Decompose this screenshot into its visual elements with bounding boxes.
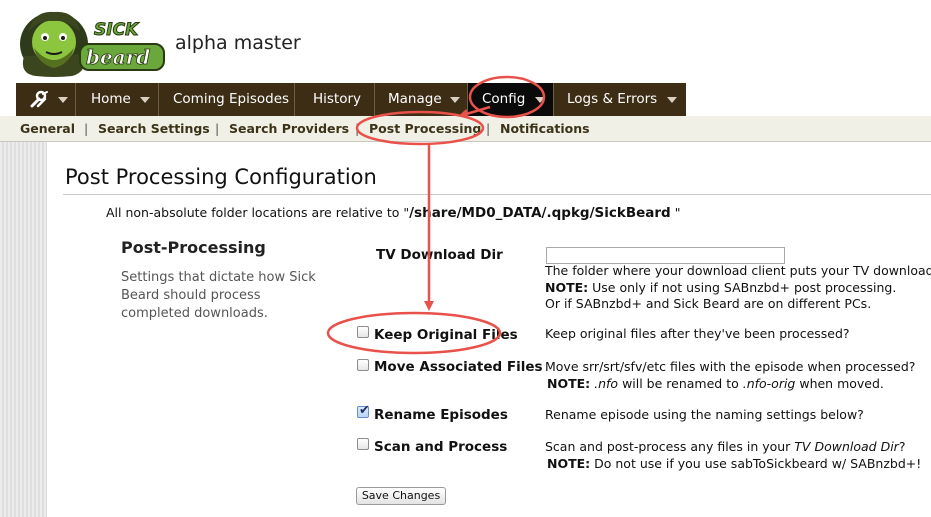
nav-history[interactable]: History	[295, 83, 374, 116]
move-associated-files-label[interactable]: Move Associated Files	[374, 359, 543, 375]
nfo-orig-extension: .nfo-orig	[742, 375, 796, 391]
path-note-suffix: "	[674, 205, 681, 220]
nav-manage[interactable]: Manage	[375, 83, 467, 116]
move-associated-files-description: Move srr/srt/sfv/etc files with the epis…	[545, 359, 915, 392]
rename-episodes-description: Rename episode using the naming settings…	[545, 407, 864, 422]
keep-original-files-label[interactable]: Keep Original Files	[374, 327, 518, 343]
tv-download-dir-ref: TV Download Dir	[794, 439, 899, 454]
scan-and-process-checkbox[interactable]	[357, 438, 369, 450]
logo-text-bottom: beard	[86, 45, 150, 69]
keep-original-files-checkbox[interactable]	[357, 326, 369, 338]
nav-logs-errors[interactable]: Logs & Errors	[554, 83, 686, 116]
note-label: NOTE:	[547, 455, 591, 471]
nav-manage-label: Manage	[388, 91, 442, 107]
chevron-down-icon	[535, 97, 545, 103]
subnav-separator: |	[355, 121, 360, 136]
path-note: All non-absolute folder locations are re…	[106, 205, 680, 221]
scan-and-process-desc-line2: NOTE: Do not use if you use sabToSickbea…	[545, 456, 921, 473]
left-stripe-decoration	[0, 142, 47, 517]
rename-episodes-label[interactable]: Rename Episodes	[374, 407, 508, 423]
page-title: Post Processing Configuration	[65, 165, 377, 189]
wrench-screwdriver-icon	[29, 90, 49, 110]
tv-download-dir-note-text: Use only if not using SABnzbd+ post proc…	[588, 279, 897, 295]
rename-episodes-checkbox[interactable]: ✔	[357, 403, 370, 418]
subnav-separator: |	[215, 121, 220, 136]
header: SICK beard alpha master	[0, 0, 931, 83]
path-note-path: /share/MD0_DATA/.qpkg/SickBeard	[409, 205, 671, 221]
nav-coming-episodes[interactable]: Coming Episodes	[159, 83, 294, 116]
tv-download-dir-desc-line2: NOTE: Use only if not using SABnzbd+ pos…	[545, 280, 931, 297]
nav-home-label: Home	[91, 91, 131, 107]
nfo-extension: .nfo	[594, 375, 619, 391]
nav-tools-menu[interactable]	[16, 83, 75, 116]
nav-config[interactable]: Config	[468, 83, 553, 116]
scan-and-process-desc-line1: Scan and post-process any files in your …	[545, 439, 921, 456]
tv-download-dir-description: The folder where your download client pu…	[545, 263, 931, 313]
chevron-down-icon	[667, 97, 677, 103]
section-heading: Post-Processing	[121, 238, 266, 257]
main-nav-strip: Home Coming Episodes History Manage Conf…	[16, 83, 686, 116]
subnav-general[interactable]: General	[20, 121, 75, 136]
subnav-notifications[interactable]: Notifications	[500, 121, 590, 136]
logo-text-top: SICK	[94, 20, 140, 40]
tv-download-dir-desc-line1: The folder where your download client pu…	[545, 263, 931, 278]
subnav-separator: |	[84, 121, 89, 136]
note-label: NOTE:	[547, 375, 591, 391]
path-note-prefix: All non-absolute folder locations are re…	[106, 205, 410, 220]
note-label: NOTE:	[545, 279, 589, 295]
desc-text-part: ?	[898, 439, 906, 454]
tv-download-dir-input[interactable]	[546, 247, 785, 264]
nav-home[interactable]: Home	[76, 83, 158, 116]
nav-config-label: Config	[482, 91, 526, 107]
save-changes-button[interactable]: Save Changes	[356, 487, 446, 505]
subnav-separator: |	[486, 121, 491, 136]
note-text-part: will be renamed to	[618, 375, 743, 391]
checkmark-icon: ✔	[359, 403, 370, 418]
chevron-down-icon	[58, 97, 68, 103]
note-text-part: when moved.	[795, 375, 884, 391]
nav-coming-episodes-label: Coming Episodes	[173, 91, 290, 107]
nav-history-label: History	[313, 91, 362, 107]
sickbeard-logo[interactable]: SICK beard	[14, 6, 166, 78]
note-text-part: Do not use if you use sabToSickbeard w/ …	[590, 455, 922, 471]
chevron-down-icon	[450, 97, 460, 103]
section-description: Settings that dictate how Sick Beard sho…	[121, 270, 316, 321]
move-associated-files-desc-line1: Move srr/srt/sfv/etc files with the epis…	[545, 359, 916, 374]
desc-text-part: Scan and post-process any files in your	[545, 439, 795, 454]
subnav-search-providers[interactable]: Search Providers	[229, 121, 349, 136]
subnav-search-settings[interactable]: Search Settings	[98, 121, 210, 136]
scan-and-process-label[interactable]: Scan and Process	[374, 439, 507, 455]
app-title: alpha master	[175, 32, 301, 54]
main-nav: Home Coming Episodes History Manage Conf…	[0, 83, 931, 116]
tv-download-dir-label: TV Download Dir	[376, 247, 503, 263]
move-associated-files-desc-line2: NOTE: .nfo will be renamed to .nfo-orig …	[545, 376, 915, 393]
config-subnav: General | Search Settings | Search Provi…	[0, 116, 931, 142]
subnav-post-processing[interactable]: Post Processing	[369, 121, 481, 136]
move-associated-files-checkbox[interactable]	[357, 359, 369, 371]
title-divider	[63, 194, 931, 195]
nav-logs-errors-label: Logs & Errors	[567, 91, 658, 107]
tv-download-dir-desc-line3: Or if SABnzbd+ and Sick Beard are on dif…	[545, 296, 872, 311]
chevron-down-icon	[140, 97, 150, 103]
keep-original-files-description: Keep original files after they've been p…	[545, 326, 850, 341]
scan-and-process-description: Scan and post-process any files in your …	[545, 439, 921, 472]
